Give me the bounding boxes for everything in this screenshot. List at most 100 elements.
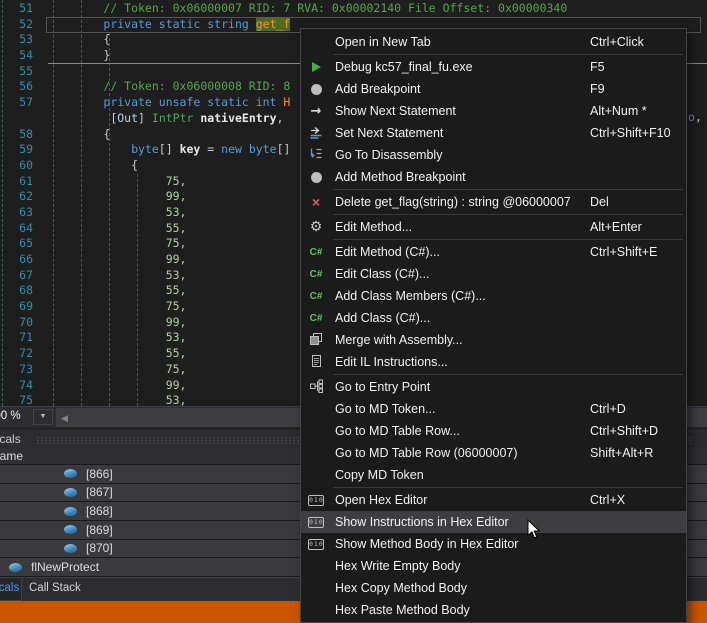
local-variable-icon — [9, 563, 22, 572]
menu-item-icon-cell: × — [301, 191, 331, 213]
menu-item-label: Open in New Tab — [331, 35, 431, 49]
zoom-dropdown-button[interactable]: ▼ — [33, 409, 53, 425]
scroll-left-arrow-icon[interactable]: ◀ — [61, 413, 68, 423]
hex-icon: 010 — [308, 539, 324, 550]
menu-item-label: Show Method Body in Hex Editor — [331, 537, 518, 551]
menu-item-add-method-breakpoint[interactable]: Add Method Breakpoint — [301, 166, 686, 188]
menu-item-shortcut: Ctrl+Shift+F10 — [590, 126, 671, 140]
line-number: 70 — [0, 315, 33, 331]
menu-item-label: Edit Method (C#)... — [331, 245, 440, 259]
code-line[interactable]: // Token: 0x06000007 RID: 7 RVA: 0x00002… — [48, 1, 567, 17]
menu-item-set-next-statement[interactable]: Set Next StatementCtrl+Shift+F10 — [301, 122, 686, 144]
menu-item-open-hex-editor[interactable]: 010Open Hex EditorCtrl+X — [301, 489, 686, 511]
menu-item-label: Hex Paste Method Body — [331, 603, 470, 617]
menu-item-label: Go to Entry Point — [331, 380, 430, 394]
local-variable-icon — [64, 507, 77, 516]
menu-item-hex-copy-method-body[interactable]: Hex Copy Method Body — [301, 577, 686, 599]
local-variable-icon — [64, 488, 77, 497]
menu-item-label: Show Instructions in Hex Editor — [331, 515, 509, 529]
menu-separator — [333, 487, 683, 488]
line-number: 53 — [0, 32, 33, 48]
menu-item-icon-cell — [301, 78, 331, 100]
menu-item-label: Add Class Members (C#)... — [331, 289, 486, 303]
line-number: 75 — [0, 393, 33, 406]
line-number: 63 — [0, 205, 33, 221]
menu-item-icon-cell: C# — [301, 241, 331, 263]
line-number: 59 — [0, 142, 33, 158]
menu-item-shortcut: Alt+Num * — [590, 104, 647, 118]
menu-item-show-next-statement[interactable]: →Show Next StatementAlt+Num * — [301, 100, 686, 122]
local-variable-icon — [64, 469, 77, 478]
menu-item-go-to-md-table-row-06000007[interactable]: Go to MD Table Row (06000007)Shift+Alt+R — [301, 442, 686, 464]
menu-item-label: Hex Write Empty Body — [331, 559, 461, 573]
line-number: 73 — [0, 362, 33, 378]
menu-item-shortcut: Ctrl+X — [590, 493, 625, 507]
locals-panel-title: Locals — [0, 432, 21, 446]
gear-icon: ⚙ — [310, 220, 323, 234]
line-number: 68 — [0, 283, 33, 299]
menu-item-shortcut: F5 — [590, 60, 605, 74]
menu-item-edit-method-c[interactable]: C#Edit Method (C#)... Ctrl+Shift+E — [301, 241, 686, 263]
menu-item-merge-with-assembly[interactable]: Merge with Assembly... — [301, 329, 686, 351]
menu-item-go-to-disassembly[interactable]: Go To Disassembly — [301, 144, 686, 166]
disassembly-icon — [309, 147, 323, 164]
menu-item-icon-cell — [301, 555, 331, 577]
menu-item-icon-cell — [301, 442, 331, 464]
menu-item-hex-write-empty-body[interactable]: Hex Write Empty Body — [301, 555, 686, 577]
menu-item-label: Copy MD Token — [331, 468, 424, 482]
menu-item-open-in-new-tab[interactable]: Open in New Tab Ctrl+Click — [301, 31, 686, 53]
local-variable-icon — [64, 544, 77, 553]
menu-item-icon-cell — [301, 577, 331, 599]
menu-item-copy-md-token[interactable]: Copy MD Token — [301, 464, 686, 486]
menu-item-add-class-members-c[interactable]: C# Add Class Members (C#)... — [301, 285, 686, 307]
locals-row-label: [868] — [86, 504, 113, 518]
menu-item-shortcut: F9 — [590, 82, 605, 96]
line-number-gutter: 5152535455565758596061626364656667686970… — [0, 1, 46, 406]
menu-item-shortcut: Ctrl+Click — [590, 35, 644, 49]
menu-item-icon-cell: → — [301, 100, 331, 122]
tab-locals[interactable]: Locals — [0, 578, 22, 601]
menu-item-label: Edit IL Instructions... — [331, 355, 448, 369]
line-number: 57 — [0, 95, 33, 111]
menu-item-icon-cell — [301, 329, 331, 351]
menu-item-shortcut: Ctrl+Shift+E — [590, 245, 657, 259]
menu-item-go-to-entry-point[interactable]: Go to Entry Point — [301, 376, 686, 398]
line-number: 52 — [0, 17, 33, 33]
menu-item-add-breakpoint[interactable]: Add BreakpointF9 — [301, 78, 686, 100]
menu-item-add-class-c[interactable]: C#Add Class (C#)... — [301, 307, 686, 329]
menu-separator — [333, 239, 683, 240]
menu-separator — [333, 374, 683, 375]
menu-item-debug-kc57-final-fu-exe[interactable]: Debug kc57_final_fu.exeF5 — [301, 56, 686, 78]
set-next-icon — [309, 125, 323, 142]
menu-item-edit-class-c[interactable]: C#Edit Class (C#)... — [301, 263, 686, 285]
line-number: 51 — [0, 1, 33, 17]
locals-row-label: [869] — [86, 523, 113, 537]
tab-call-stack[interactable]: Call Stack — [29, 582, 81, 594]
menu-item-show-method-body-in-hex-editor[interactable]: 010 Show Method Body in Hex Editor — [301, 533, 686, 555]
menu-item-icon-cell: 010 — [301, 511, 331, 533]
csharp-icon: C# — [310, 313, 323, 324]
code-fragment-right-of-menu: o, — [688, 110, 702, 126]
menu-separator — [333, 189, 683, 190]
menu-item-delete-get-flag-string-string-06000007[interactable]: ×Delete get_flag(string) : string @06000… — [301, 191, 686, 213]
csharp-icon: C# — [310, 269, 323, 280]
menu-item-shortcut: Alt+Enter — [590, 220, 642, 234]
menu-item-go-to-md-token[interactable]: Go to MD Token...Ctrl+D — [301, 398, 686, 420]
menu-item-show-instructions-in-hex-editor[interactable]: 010Show Instructions in Hex Editor — [301, 511, 686, 533]
menu-item-icon-cell — [301, 420, 331, 442]
menu-item-icon-cell: ⚙ — [301, 216, 331, 238]
delete-x-icon: × — [312, 195, 320, 209]
menu-item-label: Edit Method... — [331, 220, 412, 234]
menu-item-hex-paste-method-body[interactable]: Hex Paste Method Body — [301, 599, 686, 621]
menu-item-icon-cell: 010 — [301, 533, 331, 555]
line-number: 61 — [0, 174, 33, 190]
menu-item-edit-il-instructions[interactable]: Edit IL Instructions... — [301, 351, 686, 373]
menu-item-icon-cell — [301, 122, 331, 144]
menu-item-shortcut: Ctrl+D — [590, 402, 626, 416]
menu-separator — [333, 214, 683, 215]
menu-item-label: Go to MD Table Row (06000007) — [331, 446, 518, 460]
csharp-icon: C# — [310, 291, 323, 302]
menu-item-label: Go to MD Table Row... — [331, 424, 460, 438]
menu-item-go-to-md-table-row[interactable]: Go to MD Table Row...Ctrl+Shift+D — [301, 420, 686, 442]
menu-item-edit-method[interactable]: ⚙ Edit Method... Alt+Enter — [301, 216, 686, 238]
